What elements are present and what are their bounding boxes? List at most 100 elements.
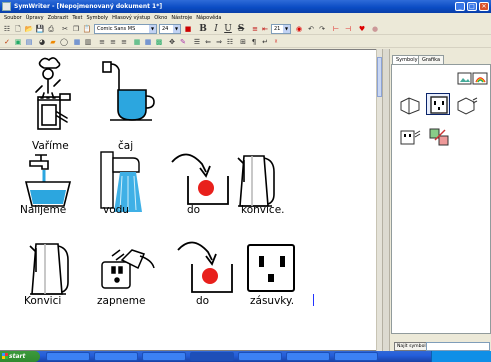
start-button[interactable]: start (0, 351, 40, 362)
menu-symboly[interactable]: Symboly (86, 13, 108, 23)
menu-zobrazit[interactable]: Zobrazit (48, 13, 69, 23)
indent-more-icon[interactable]: ⇒ (214, 37, 224, 47)
tab-grafika[interactable]: Grafika (418, 55, 445, 64)
check-icon[interactable]: ✓ (2, 37, 12, 47)
cut-icon[interactable]: ✂ (60, 24, 70, 34)
word[interactable]: čaj (118, 140, 133, 152)
taskbar-item[interactable] (94, 352, 138, 361)
app-icon[interactable] (2, 2, 11, 11)
rainbow-icon (472, 72, 488, 85)
spell-icon[interactable]: ᵡ (271, 37, 281, 47)
taskbar-item[interactable] (46, 352, 90, 361)
word[interactable]: vodu (103, 204, 129, 216)
font-name-select[interactable]: Comic Sans MS ▼ (94, 24, 157, 34)
word[interactable]: Nalijeme (20, 204, 66, 216)
align-right-icon[interactable]: ≡ (119, 37, 129, 47)
italic-button[interactable]: I (211, 24, 221, 34)
print-icon[interactable]: ⎙ (46, 24, 56, 34)
paste-icon[interactable]: 📋 (82, 24, 92, 34)
word[interactable]: Vaříme (32, 140, 69, 152)
outdent-icon[interactable]: ⇐ (203, 37, 213, 47)
underline-button[interactable]: U (223, 24, 233, 34)
document-page[interactable]: Vaříme čaj Nalijeme vodu do konvice. Kon… (0, 50, 376, 350)
symbol-choice-socket[interactable] (426, 93, 450, 115)
menu-napoveda[interactable]: Nápověda (196, 13, 221, 23)
minimize-button[interactable]: _ (455, 2, 465, 11)
speak-icon[interactable]: ♥ (357, 24, 367, 34)
layout-icon[interactable]: ☷ (2, 24, 12, 34)
close-button[interactable]: ✕ (479, 2, 489, 11)
text-color-icon[interactable]: ■ (183, 24, 193, 34)
taskbar-item[interactable] (334, 352, 378, 361)
picture-icon[interactable]: ▤ (24, 37, 34, 47)
kettle-symbol-icon (29, 243, 69, 295)
panel-splitter[interactable] (382, 49, 390, 351)
image-icon[interactable]: ▣ (13, 37, 23, 47)
menu-soubor[interactable]: Soubor (4, 13, 22, 23)
taskbar-item[interactable] (286, 352, 330, 361)
open-folder-icon[interactable]: 📂 (24, 24, 34, 34)
symbol-choices (391, 64, 491, 334)
help-icon[interactable]: ◉ (294, 24, 304, 34)
move-icon[interactable]: ✥ (167, 37, 177, 47)
word[interactable]: Konvici (24, 295, 61, 307)
align-center-icon[interactable]: ≡ (108, 37, 118, 47)
word[interactable]: do (187, 204, 200, 216)
circle-icon[interactable]: ◯ (59, 37, 69, 47)
redo-icon[interactable]: ↷ (317, 24, 327, 34)
color-symbols-icon[interactable]: ▰ (48, 37, 58, 47)
new-document-icon[interactable]: 🗋 (13, 24, 23, 34)
symbol-choice-socket-plug[interactable] (397, 125, 421, 147)
indent-icon[interactable]: ⇤ (260, 24, 270, 34)
find-symbol-button[interactable]: Najít symbol (394, 342, 429, 351)
line-spacing-select[interactable]: 21 ▼ (271, 24, 291, 34)
taskbar-item[interactable] (142, 352, 186, 361)
list-numbers-icon[interactable]: ☷ (225, 37, 235, 47)
return-icon[interactable]: ↵ (260, 37, 270, 47)
strikethrough-button[interactable]: S (236, 24, 246, 34)
start-label: start (9, 353, 26, 360)
align-left-icon[interactable]: ≡ (97, 37, 107, 47)
page-break-icon[interactable]: ¶ (249, 37, 259, 47)
list-icon[interactable]: ☰ (192, 37, 202, 47)
table-icon[interactable]: ▥ (83, 37, 93, 47)
menu-hlasovy-vystup[interactable]: Hlasový výstup (112, 13, 150, 23)
kettle-symbol-icon (237, 155, 275, 207)
table-insert-icon[interactable]: ⊞ (238, 37, 248, 47)
frame-icon[interactable]: ▦ (72, 37, 82, 47)
symbol-choice-plug[interactable] (397, 93, 421, 115)
palette-icon[interactable]: ◕ (37, 37, 47, 47)
menu-okno[interactable]: Okno (154, 13, 167, 23)
grid-blue-icon[interactable]: ▦ (143, 37, 153, 47)
word[interactable]: zapneme (97, 295, 145, 307)
wrap-right-icon[interactable]: ⊣ (343, 24, 353, 34)
grid-green-icon[interactable]: ▩ (154, 37, 164, 47)
wrap-left-icon[interactable]: ⊢ (331, 24, 341, 34)
taskbar-item[interactable] (238, 352, 282, 361)
word[interactable]: konvice. (241, 204, 285, 216)
word[interactable]: do (196, 295, 209, 307)
plug-symbol-icon (400, 97, 420, 115)
socket-symbol-icon (247, 244, 295, 292)
symbol-choice-no-plug[interactable] (426, 125, 450, 147)
font-size-select[interactable]: 24 ▼ (159, 24, 181, 34)
magic-icon[interactable]: ✎ (178, 37, 188, 47)
record-icon[interactable]: ● (370, 24, 380, 34)
undo-icon[interactable]: ↶ (306, 24, 316, 34)
find-symbol-input[interactable] (426, 342, 490, 351)
into-symbol-icon (171, 153, 229, 205)
spacing-icon[interactable]: ≡ (250, 24, 260, 34)
chevron-down-icon: ▼ (149, 25, 156, 33)
save-icon[interactable]: 💾 (35, 24, 45, 34)
menu-text[interactable]: Text (72, 13, 82, 23)
font-size-value: 24 (162, 26, 169, 32)
maximize-button[interactable]: □ (467, 2, 477, 11)
menu-nastroje[interactable]: Nástroje (171, 13, 192, 23)
symbol-choice-plug-in[interactable] (454, 93, 478, 115)
grid-icon[interactable]: ▦ (132, 37, 142, 47)
bold-button[interactable]: B (198, 24, 208, 34)
menu-upravy[interactable]: Úpravy (26, 13, 44, 23)
word[interactable]: zásuvky. (250, 295, 294, 307)
copy-icon[interactable]: ❐ (71, 24, 81, 34)
taskbar-item[interactable] (190, 352, 234, 361)
